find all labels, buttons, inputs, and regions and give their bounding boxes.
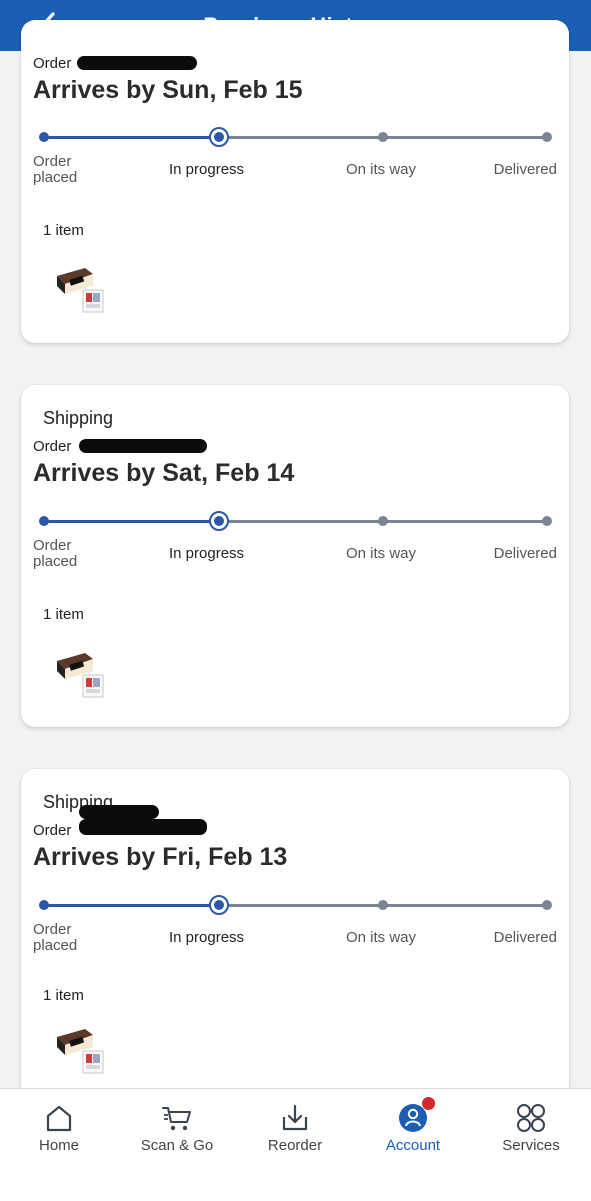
product-thumbnail[interactable] (55, 647, 111, 701)
order-number-row: Order (33, 55, 71, 72)
step-label-delivered: Delivered (493, 929, 557, 946)
order-card[interactable]: Order Arrives by Sun, Feb 15 Order place… (21, 20, 569, 343)
order-card[interactable]: Shipping Order Arrives by Fri, Feb 13 Or… (21, 769, 569, 1099)
step-label-in-progress: In progress (169, 929, 245, 946)
product-image-icon (57, 1029, 104, 1074)
arrival-date: Arrives by Sun, Feb 15 (33, 76, 303, 104)
order-number-row: Order (33, 438, 71, 455)
redaction-mark (79, 819, 207, 835)
tab-label: Services (502, 1137, 560, 1154)
step-label-order-placed: Order placed (33, 921, 78, 954)
step-dot-order-placed (39, 132, 49, 142)
arrival-date: Arrives by Sat, Feb 14 (33, 459, 295, 487)
tab-home[interactable]: Home (0, 1101, 118, 1171)
tab-account[interactable]: Account (354, 1097, 472, 1171)
step-label-delivered: Delivered (493, 161, 557, 178)
tab-services[interactable]: Services (472, 1101, 590, 1171)
arrival-date: Arrives by Fri, Feb 13 (33, 843, 288, 871)
order-label: Order (33, 822, 72, 839)
order-card[interactable]: Shipping Order Arrives by Sat, Feb 14 Or… (21, 385, 569, 727)
order-label: Order (33, 55, 72, 72)
tab-scan-and-go[interactable]: Scan & Go (118, 1101, 236, 1171)
step-label-on-its-way: On its way (346, 161, 417, 178)
order-progress-tracker: Order placed In progress On its way Deli… (33, 895, 557, 966)
order-label: Order (33, 438, 72, 455)
step-label-on-its-way: On its way (346, 545, 417, 562)
order-progress-tracker: Order placed In progress On its way Deli… (33, 127, 557, 198)
scan-cart-icon (162, 1107, 191, 1131)
product-image-icon (57, 653, 104, 698)
notification-badge (422, 1097, 435, 1110)
item-count: 1 item (43, 606, 84, 623)
order-number-row: Order (33, 822, 71, 839)
step-label-in-progress: In progress (169, 161, 245, 178)
redaction-mark (79, 439, 207, 453)
progress-line-complete (44, 520, 219, 523)
tab-label: Home (38, 1137, 79, 1154)
tab-label: Reorder (267, 1137, 323, 1154)
product-image-icon (57, 268, 104, 313)
step-label-order-placed: Order placed (33, 537, 78, 570)
step-dot-in-progress-current (209, 127, 229, 147)
reorder-icon (282, 1104, 308, 1131)
step-dot-on-its-way (378, 516, 388, 526)
services-grid-icon (517, 1104, 545, 1132)
step-dot-delivered (542, 516, 552, 526)
progress-line-complete (44, 136, 219, 139)
home-icon (46, 1105, 72, 1132)
tab-reorder[interactable]: Reorder (236, 1101, 354, 1171)
step-dot-in-progress-current (209, 895, 229, 915)
progress-line-complete (44, 904, 219, 907)
product-thumbnail[interactable] (55, 262, 111, 316)
item-count: 1 item (43, 222, 84, 239)
step-label-delivered: Delivered (493, 545, 557, 562)
order-progress-tracker: Order placed In progress On its way Deli… (33, 511, 557, 582)
step-label-in-progress: In progress (169, 545, 245, 562)
item-count: 1 item (43, 987, 84, 1004)
tab-label: Scan & Go (140, 1137, 214, 1154)
step-dot-on-its-way (378, 132, 388, 142)
step-dot-order-placed (39, 516, 49, 526)
step-label-on-its-way: On its way (346, 929, 417, 946)
bottom-tab-bar: Home Scan & Go Reorder Account Services (0, 1088, 591, 1201)
step-dot-order-placed (39, 900, 49, 910)
redaction-mark (79, 805, 159, 819)
shipping-status: Shipping (43, 408, 114, 428)
step-label-order-placed: Order placed (33, 153, 78, 186)
step-dot-delivered (542, 900, 552, 910)
step-dot-on-its-way (378, 900, 388, 910)
step-dot-delivered (542, 132, 552, 142)
redaction-mark (77, 56, 197, 70)
product-thumbnail[interactable] (55, 1023, 111, 1077)
tab-label: Account (385, 1137, 441, 1154)
step-dot-in-progress-current (209, 511, 229, 531)
